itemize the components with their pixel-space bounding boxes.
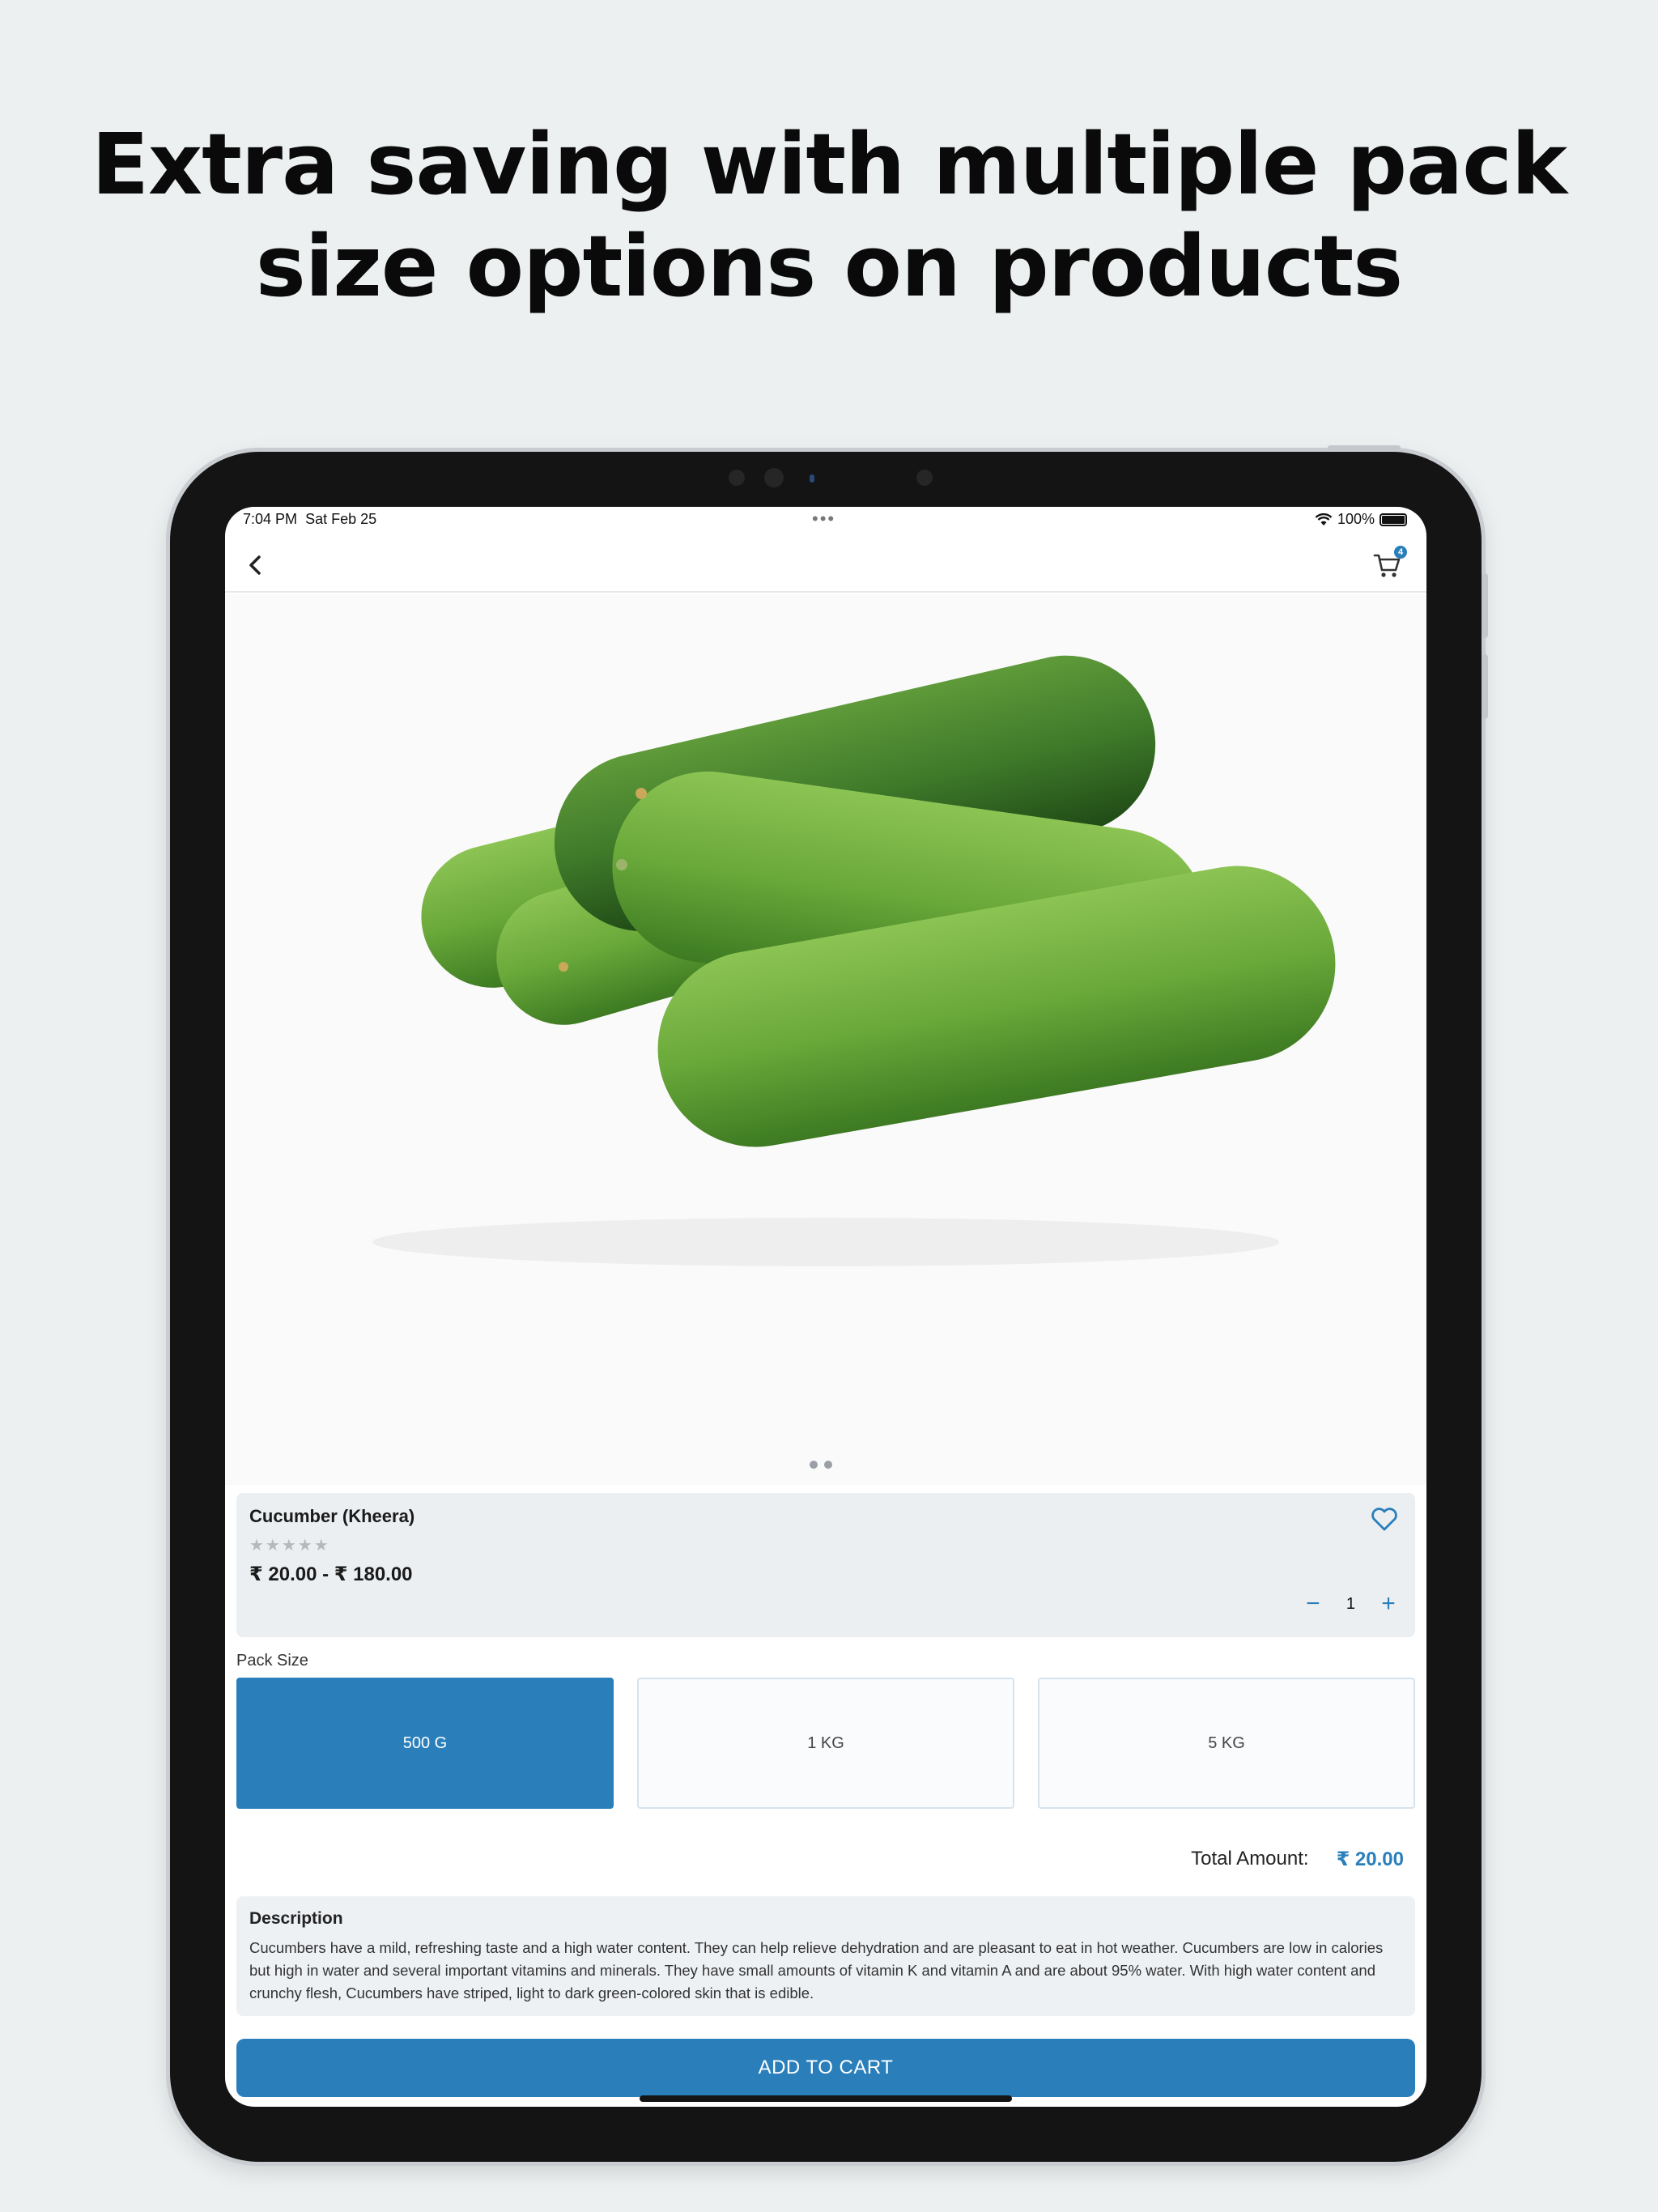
wifi-icon — [1315, 513, 1333, 525]
product-info-card: Cucumber (Kheera) ★★★★★ ₹ 20.00 - ₹ 180.… — [236, 1493, 1415, 1637]
chevron-left-icon — [249, 555, 261, 575]
cucumber-image — [372, 655, 1336, 1266]
total-amount-value: ₹ 20.00 — [1336, 1848, 1404, 1870]
nav-bar: 4 — [225, 536, 1426, 593]
clock: 7:04 PM — [243, 511, 298, 527]
status-bar: 7:04 PM Sat Feb 25 ••• 100% — [225, 507, 1426, 536]
status-time: 7:04 PM Sat Feb 25 — [243, 511, 376, 528]
description-text: Cucumbers have a mild, refreshing taste … — [249, 1939, 1384, 2001]
camera-icon — [764, 468, 784, 487]
home-indicator[interactable] — [640, 2095, 1012, 2102]
quantity-stepper: − 1 + — [1301, 1592, 1401, 1616]
pack-option-500g[interactable]: 500 G — [236, 1678, 614, 1809]
carousel-dot[interactable] — [824, 1461, 832, 1469]
total-amount: Total Amount: ₹ 20.00 — [1191, 1848, 1404, 1871]
multitasking-dots[interactable]: ••• — [812, 508, 835, 530]
power-button — [1328, 445, 1401, 450]
quantity-value: 1 — [1346, 1594, 1355, 1613]
headline-line-1: Extra saving with multiple pack — [91, 115, 1567, 214]
headline: Extra saving with multiple pack size opt… — [0, 113, 1658, 317]
tablet-device: 7:04 PM Sat Feb 25 ••• 100% 4 Cucumber (… — [170, 445, 1488, 2162]
rating-stars: ★★★★★ — [249, 1537, 330, 1555]
cart-badge: 4 — [1394, 546, 1407, 559]
app-screen: 7:04 PM Sat Feb 25 ••• 100% 4 Cucumber (… — [225, 507, 1426, 2107]
add-to-cart-button[interactable]: ADD TO CART — [236, 2039, 1415, 2097]
decrease-quantity-button[interactable]: − — [1301, 1592, 1325, 1616]
total-amount-label: Total Amount: — [1191, 1848, 1309, 1870]
wishlist-button[interactable] — [1368, 1503, 1401, 1535]
description-card: Description Cucumbers have a mild, refre… — [236, 1896, 1415, 2016]
carousel-dots[interactable] — [810, 1461, 832, 1469]
back-button[interactable] — [240, 549, 272, 581]
battery-percent: 100% — [1337, 511, 1375, 527]
status-indicators: 100% — [1315, 511, 1407, 528]
camera-lens-icon — [810, 474, 814, 483]
volume-up-button — [1482, 573, 1488, 638]
price-range: ₹ 20.00 - ₹ 180.00 — [249, 1563, 413, 1585]
pack-option-5kg[interactable]: 5 KG — [1038, 1678, 1415, 1809]
heart-icon — [1371, 1508, 1397, 1531]
description-title: Description — [249, 1909, 343, 1928]
camera-bar — [729, 466, 939, 487]
date: Sat Feb 25 — [305, 511, 377, 527]
pack-option-1kg[interactable]: 1 KG — [637, 1678, 1014, 1809]
increase-quantity-button[interactable]: + — [1376, 1592, 1401, 1616]
product-name: Cucumber (Kheera) — [249, 1506, 415, 1526]
volume-down-button — [1482, 654, 1488, 719]
battery-icon — [1380, 513, 1407, 526]
product-image — [225, 594, 1426, 1485]
cart-button[interactable]: 4 — [1370, 546, 1407, 583]
pack-size-label: Pack Size — [236, 1652, 308, 1670]
headline-line-2: size options on products — [255, 217, 1403, 316]
carousel-dot[interactable] — [810, 1461, 818, 1469]
sensor-icon — [729, 470, 745, 486]
sensor-icon — [916, 470, 933, 486]
